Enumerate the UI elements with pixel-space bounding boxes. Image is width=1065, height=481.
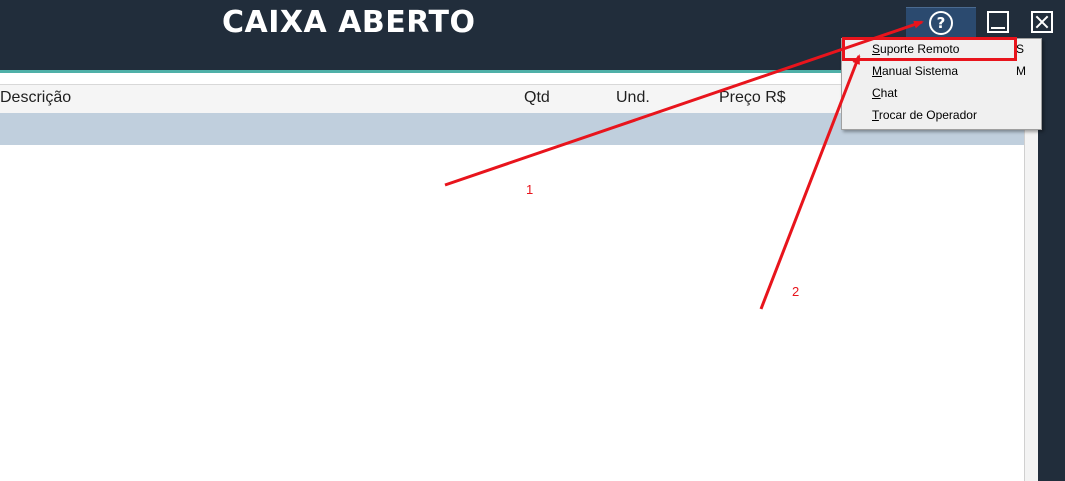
annotation-label-1: 1 bbox=[526, 182, 534, 197]
annotation-arrow-2 bbox=[759, 54, 861, 310]
pdv-window: CAIXA ABERTO ? Descrição Qtd Und. Preço … bbox=[0, 0, 1065, 481]
annotation-arrow-1 bbox=[444, 20, 924, 187]
annotation-label-2: 2 bbox=[792, 284, 800, 299]
annotation-arrows bbox=[444, 20, 924, 310]
